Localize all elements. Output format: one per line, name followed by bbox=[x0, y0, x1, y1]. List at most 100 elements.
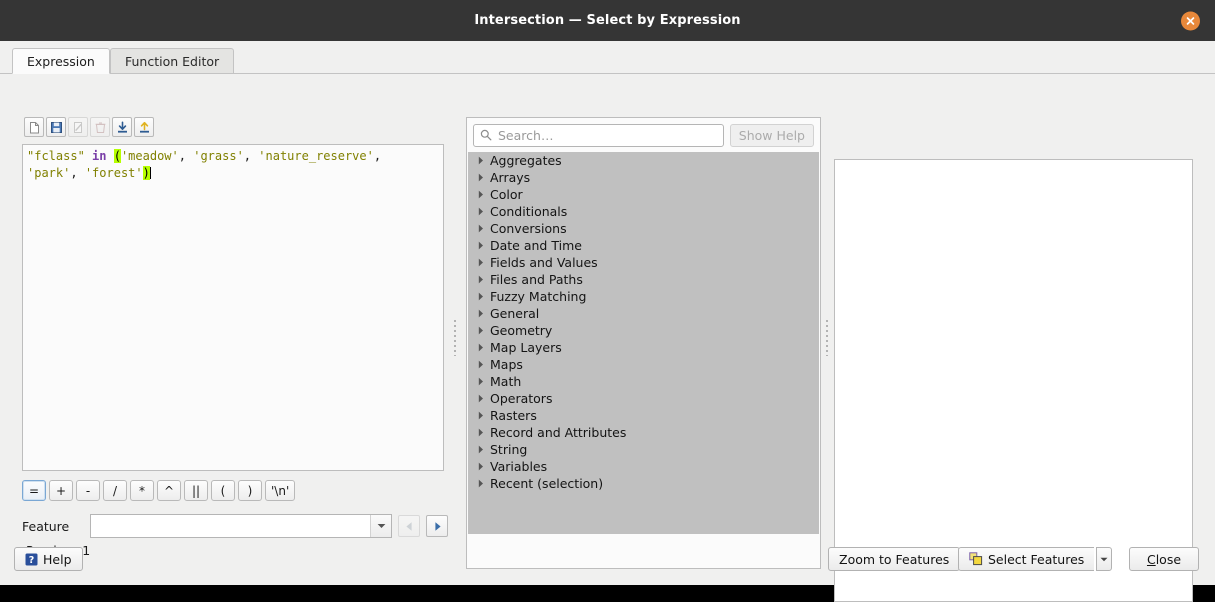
function-tree-item[interactable]: Fuzzy Matching bbox=[468, 288, 819, 305]
function-tree-item[interactable]: Rasters bbox=[468, 407, 819, 424]
zoom-to-features-label: Zoom to Features bbox=[839, 551, 950, 567]
operator-button[interactable]: + bbox=[49, 480, 73, 501]
new-expression-button[interactable] bbox=[24, 117, 44, 137]
operator-button[interactable]: '\n' bbox=[265, 480, 296, 501]
chevron-right-icon[interactable] bbox=[472, 292, 490, 301]
select-features-label: Select Features bbox=[988, 551, 1085, 567]
window-title: Intersection — Select by Expression bbox=[474, 13, 741, 28]
function-tree-item[interactable]: General bbox=[468, 305, 819, 322]
chevron-right-icon[interactable] bbox=[472, 428, 490, 437]
function-tree[interactable]: Aggregates Arrays Color Conditionals Convers… bbox=[468, 152, 819, 534]
chevron-right-icon[interactable] bbox=[472, 394, 490, 403]
splitter-right[interactable] bbox=[822, 117, 831, 559]
function-tree-item[interactable]: Maps bbox=[468, 356, 819, 373]
export-expressions-button[interactable] bbox=[134, 117, 154, 137]
chevron-right-icon[interactable] bbox=[472, 377, 490, 386]
operator-button[interactable]: = bbox=[22, 480, 46, 501]
chevron-right-icon[interactable] bbox=[472, 156, 490, 165]
chevron-right-icon[interactable] bbox=[472, 258, 490, 267]
expression-text: "fclass" in ('meadow', 'grass', 'nature_… bbox=[23, 145, 443, 184]
chevron-right-icon[interactable] bbox=[472, 343, 490, 352]
import-expressions-button[interactable] bbox=[112, 117, 132, 137]
function-tree-item-label: Color bbox=[490, 187, 523, 202]
search-row: Search… Show Help bbox=[467, 118, 820, 152]
chevron-right-icon[interactable] bbox=[472, 326, 490, 335]
operator-button-row: = + - / * ^ ||() '\n' bbox=[22, 480, 296, 501]
chevron-right-icon[interactable] bbox=[472, 190, 490, 199]
expression-token-string: 'park' bbox=[27, 165, 71, 180]
function-tree-item[interactable]: Geometry bbox=[468, 322, 819, 339]
function-tree-item[interactable]: Variables bbox=[468, 458, 819, 475]
function-tree-item[interactable]: String bbox=[468, 441, 819, 458]
svg-text:?: ? bbox=[29, 555, 35, 566]
chevron-right-icon[interactable] bbox=[472, 207, 490, 216]
function-browser-pane: Search… Show Help Aggregates Arrays Color C… bbox=[466, 117, 821, 569]
function-tree-item[interactable]: Recent (selection) bbox=[468, 475, 819, 492]
function-tree-item[interactable]: Arrays bbox=[468, 169, 819, 186]
expression-token-plain bbox=[106, 149, 113, 163]
expression-token-string: 'forest' bbox=[84, 165, 143, 180]
tab-expression[interactable]: Expression bbox=[12, 48, 110, 74]
expression-token-string: 'grass' bbox=[193, 149, 244, 163]
chevron-right-icon[interactable] bbox=[472, 411, 490, 420]
chevron-right-icon[interactable] bbox=[472, 479, 490, 488]
function-tree-item[interactable]: Fields and Values bbox=[468, 254, 819, 271]
expression-token-plain: , bbox=[373, 149, 382, 163]
function-tree-item-label: Conditionals bbox=[490, 204, 568, 219]
expression-token-string: 'nature_reserve' bbox=[258, 149, 374, 163]
operator-button[interactable]: || bbox=[184, 480, 208, 501]
operator-button[interactable]: ^ bbox=[157, 480, 181, 501]
chevron-right-icon[interactable] bbox=[472, 275, 490, 284]
expression-editor[interactable]: "fclass" in ('meadow', 'grass', 'nature_… bbox=[22, 144, 444, 471]
function-tree-item-label: Geometry bbox=[490, 323, 553, 338]
function-tree-item-label: Conversions bbox=[490, 221, 567, 236]
chevron-right-icon[interactable] bbox=[472, 241, 490, 250]
operator-button[interactable]: ( bbox=[211, 480, 235, 501]
function-tree-item[interactable]: Operators bbox=[468, 390, 819, 407]
panes-container: "fclass" in ('meadow', 'grass', 'nature_… bbox=[0, 74, 1215, 602]
expression-token-plain: , bbox=[70, 165, 78, 180]
chevron-right-icon[interactable] bbox=[472, 462, 490, 471]
operator-button[interactable]: - bbox=[76, 480, 100, 501]
expression-toolbar bbox=[24, 117, 154, 137]
chevron-right-icon[interactable] bbox=[472, 309, 490, 318]
search-icon bbox=[480, 129, 492, 141]
function-tree-item-label: Recent (selection) bbox=[490, 476, 604, 491]
next-feature-button[interactable] bbox=[426, 515, 448, 537]
feature-combo[interactable] bbox=[90, 514, 392, 538]
operator-button[interactable]: ) bbox=[238, 480, 262, 501]
chevron-right-icon[interactable] bbox=[472, 173, 490, 182]
function-tree-item[interactable]: Color bbox=[468, 186, 819, 203]
splitter-left[interactable] bbox=[450, 117, 459, 559]
delete-expression-button bbox=[90, 117, 110, 137]
select-features-button[interactable]: Select Features bbox=[958, 547, 1095, 571]
tab-function-editor[interactable]: Function Editor bbox=[110, 48, 235, 74]
function-tree-item-label: Fuzzy Matching bbox=[490, 289, 587, 304]
function-tree-item[interactable]: Aggregates bbox=[468, 152, 819, 169]
function-tree-item[interactable]: Map Layers bbox=[468, 339, 819, 356]
chevron-right-icon[interactable] bbox=[472, 445, 490, 454]
save-expression-button[interactable] bbox=[46, 117, 66, 137]
function-tree-item[interactable]: Conversions bbox=[468, 220, 819, 237]
operator-button[interactable]: * bbox=[130, 480, 154, 501]
operator-button[interactable]: / bbox=[103, 480, 127, 501]
window-close-button[interactable] bbox=[1181, 11, 1200, 30]
function-tree-item[interactable]: Files and Paths bbox=[468, 271, 819, 288]
close-dialog-button[interactable]: Close bbox=[1129, 547, 1199, 571]
function-tree-item[interactable]: Date and Time bbox=[468, 237, 819, 254]
select-features-dropdown-button[interactable] bbox=[1096, 547, 1112, 571]
chevron-right-icon[interactable] bbox=[472, 224, 490, 233]
search-input[interactable]: Search… bbox=[473, 123, 724, 147]
zoom-to-features-button[interactable]: Zoom to Features bbox=[828, 547, 961, 571]
function-tree-item[interactable]: Math bbox=[468, 373, 819, 390]
function-tree-item[interactable]: Conditionals bbox=[468, 203, 819, 220]
function-tree-item[interactable]: Record and Attributes bbox=[468, 424, 819, 441]
function-tree-item-label: Files and Paths bbox=[490, 272, 583, 287]
help-button[interactable]: ? Help bbox=[14, 547, 83, 571]
previous-feature-button bbox=[398, 515, 420, 537]
expression-token-field: "fclass" bbox=[27, 149, 85, 163]
function-tree-item-label: Map Layers bbox=[490, 340, 562, 355]
function-tree-item-label: Fields and Values bbox=[490, 255, 598, 270]
chevron-right-icon[interactable] bbox=[472, 360, 490, 369]
feature-label: Feature bbox=[22, 518, 70, 534]
